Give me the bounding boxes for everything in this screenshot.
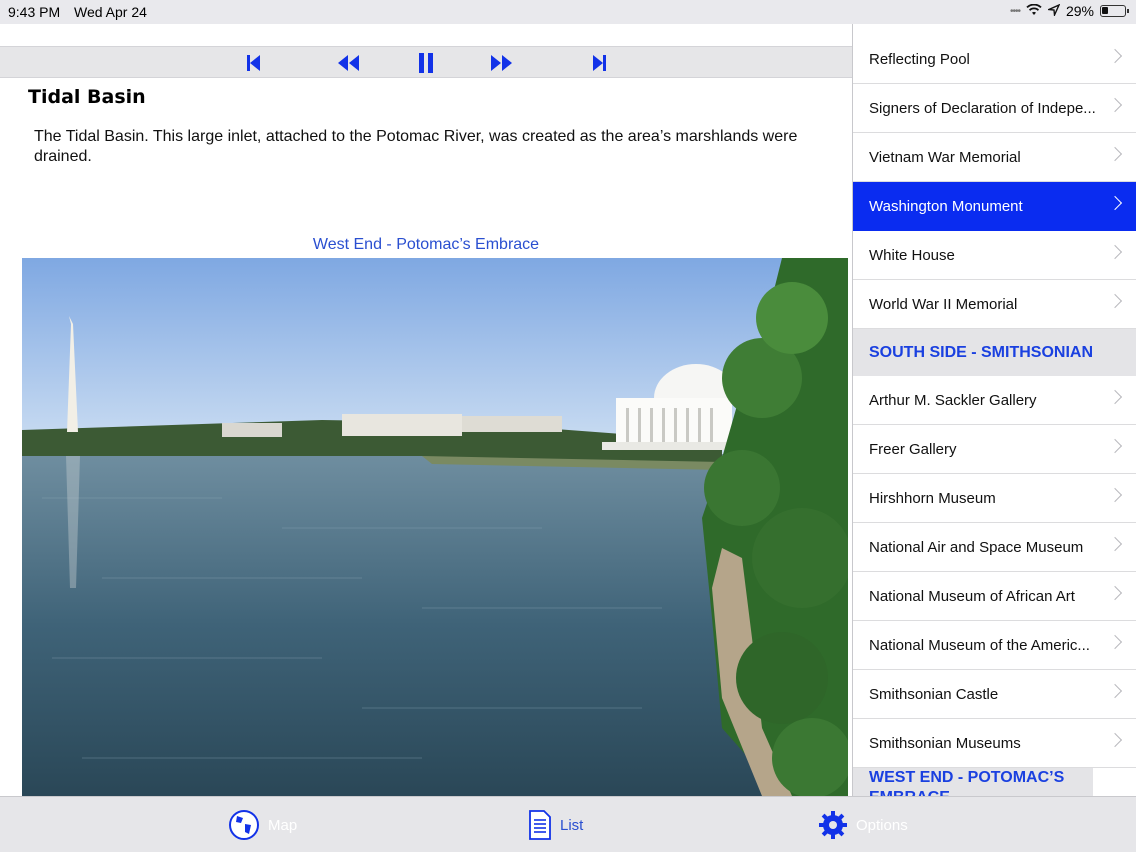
battery-percent: 29%: [1065, 3, 1094, 19]
list-item[interactable]: National Museum of the Americ...: [853, 621, 1136, 670]
section-header-south: SOUTH SIDE - SMITHSONIAN: [853, 329, 1136, 376]
list-item[interactable]: Smithsonian Museums: [853, 719, 1136, 768]
list-item[interactable]: Smithsonian Castle: [853, 670, 1136, 719]
wifi-icon: [1026, 3, 1042, 19]
fast-forward-button[interactable]: [490, 52, 514, 74]
skip-forward-icon: [593, 55, 606, 71]
pause-icon: [419, 53, 433, 73]
tidal-basin-photo: [22, 258, 848, 796]
skip-back-icon: [247, 55, 260, 71]
list-item[interactable]: Arthur M. Sackler Gallery: [853, 376, 1136, 425]
chevron-right-icon: [1107, 536, 1123, 552]
chevron-right-icon: [1107, 48, 1123, 64]
skip-back-button[interactable]: [241, 52, 265, 74]
rewind-icon: [338, 55, 359, 71]
fast-forward-icon: [491, 55, 512, 71]
rewind-button[interactable]: [336, 52, 360, 74]
list-item[interactable]: World War II Memorial: [853, 280, 1136, 329]
list-item[interactable]: National Museum of African Art: [853, 572, 1136, 621]
list-item-label: Freer Gallery: [869, 440, 957, 458]
chevron-right-icon: [1107, 195, 1123, 211]
status-time: 9:43 PM: [8, 4, 61, 20]
chevron-right-icon: [1107, 438, 1123, 454]
tab-map[interactable]: Map: [228, 797, 297, 853]
chevron-right-icon: [1107, 146, 1123, 162]
list-item-label: Washington Monument: [869, 197, 1023, 215]
photo-caption: West End - Potomac’s Embrace: [312, 236, 540, 253]
chevron-right-icon: [1107, 293, 1123, 309]
location-icon: [1046, 3, 1061, 19]
list-item-label: White House: [869, 246, 955, 264]
chevron-right-icon: [1107, 634, 1123, 650]
tab-list[interactable]: List: [528, 797, 583, 853]
gear-icon: [819, 811, 847, 839]
list-item[interactable]: Hirshhorn Museum: [853, 474, 1136, 523]
document-list-icon: [529, 810, 551, 840]
status-date: Wed Apr 24: [74, 4, 147, 20]
tab-bar: Map List Options: [0, 796, 1136, 852]
pause-button[interactable]: [414, 52, 438, 74]
list-item[interactable]: Signers of Declaration of Indepe...: [853, 84, 1136, 133]
list-item-label: National Air and Space Museum: [869, 538, 1084, 556]
list-item-label: National Museum of African Art: [869, 587, 1075, 605]
sites-list: Reflecting Pool Signers of Declaration o…: [852, 24, 1136, 796]
chevron-right-icon: [1107, 244, 1123, 260]
list-item-label: Hirshhorn Museum: [869, 489, 996, 507]
globe-icon: [229, 810, 259, 840]
battery-icon: [1100, 5, 1129, 17]
list-item-label: Arthur M. Sackler Gallery: [869, 391, 1037, 409]
chevron-right-icon: [1107, 585, 1123, 601]
list-item[interactable]: National Air and Space Museum: [853, 523, 1136, 572]
chevron-right-icon: [1107, 732, 1123, 748]
audio-player-bar: [0, 46, 852, 78]
list-item[interactable]: White House: [853, 231, 1136, 280]
chevron-right-icon: [1107, 487, 1123, 503]
list-item-label: Vietnam War Memorial: [869, 148, 1021, 166]
section-header-west: WEST END - POTOMAC’S EMBRACE: [853, 768, 1093, 796]
chevron-right-icon: [1107, 683, 1123, 699]
signal-dots-icon: ••••: [1009, 5, 1021, 17]
list-item[interactable]: Freer Gallery: [853, 425, 1136, 474]
list-item-label: Signers of Declaration of Indepe...: [869, 99, 1096, 117]
list-item-label: World War II Memorial: [869, 295, 1018, 313]
list-item[interactable]: Vietnam War Memorial: [853, 133, 1136, 182]
tab-list-label: List: [560, 816, 584, 834]
list-item-label: Smithsonian Castle: [869, 685, 999, 703]
status-bar: 9:43 PM Wed Apr 24 •••• 29%: [0, 0, 1136, 24]
detail-pane: Tidal Basin The Tidal Basin. This large …: [0, 24, 852, 796]
chevron-right-icon: [1107, 97, 1123, 113]
tab-options-label: Options: [856, 816, 908, 834]
page-title: Tidal Basin: [28, 86, 146, 108]
skip-forward-button[interactable]: [588, 52, 612, 74]
list-item-selected[interactable]: Washington Monument: [853, 182, 1136, 231]
list-item-label: National Museum of the Americ...: [869, 636, 1090, 654]
description-text: The Tidal Basin. This large inlet, attac…: [34, 128, 798, 165]
chevron-right-icon: [1107, 389, 1123, 405]
list-item-label: Reflecting Pool: [869, 50, 970, 68]
tab-options[interactable]: Options: [818, 797, 908, 853]
tab-map-label: Map: [268, 816, 298, 834]
list-item-label: Smithsonian Museums: [869, 734, 1021, 752]
list-item[interactable]: Reflecting Pool: [853, 35, 1136, 84]
